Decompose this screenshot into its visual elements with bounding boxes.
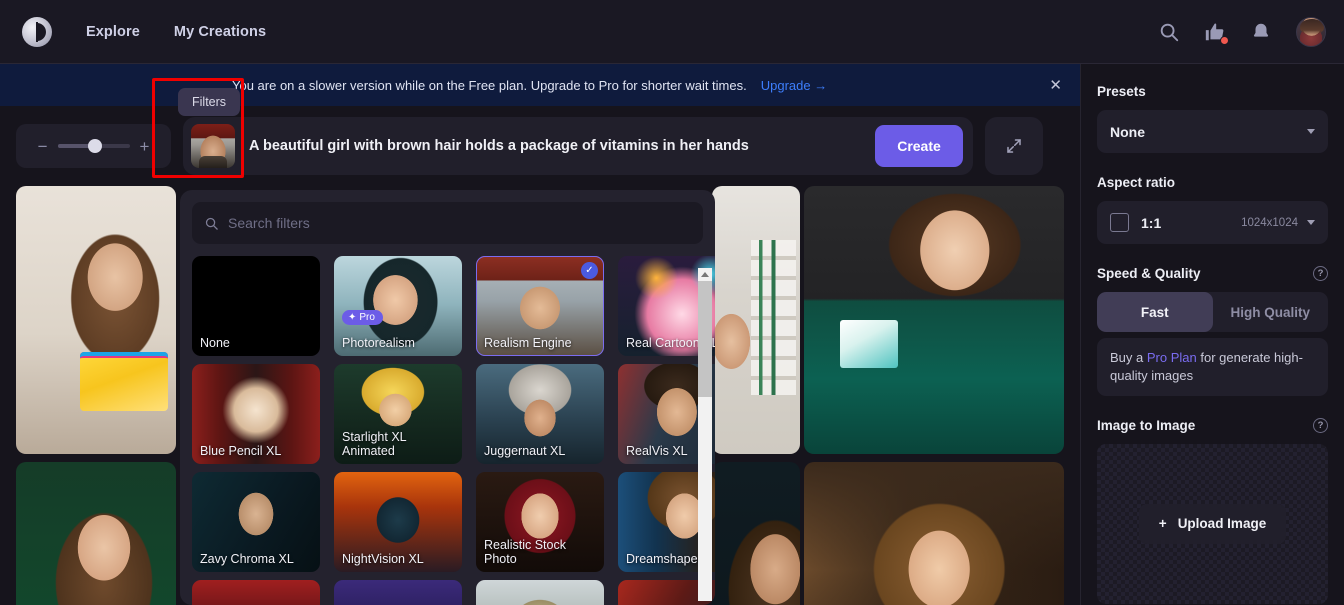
zoom-in-button[interactable]: + (140, 138, 150, 155)
upload-image-button[interactable]: + Upload Image (1138, 503, 1287, 544)
zoom-slider-track[interactable] (57, 139, 130, 153)
avatar[interactable] (1296, 16, 1326, 47)
caret-up-icon[interactable] (698, 268, 712, 281)
filter-grid-scroll-area[interactable]: None ✦ Pro Photorealism ✓ Realism Engine Real … (180, 256, 715, 605)
filters-dropdown-panel: None✦ProPhotorealism✓Realism EngineReal … (180, 190, 715, 605)
close-icon[interactable]: ✕ (1049, 78, 1062, 93)
presets-title: Presets (1097, 84, 1146, 99)
filter-card-label: Photorealism (342, 336, 415, 350)
zoom-slider-thumb[interactable] (87, 139, 102, 153)
sparkle-icon: ✦ (348, 312, 357, 323)
filter-card-13[interactable] (334, 580, 462, 605)
gallery-image-girl-dark-portrait[interactable] (712, 462, 800, 605)
filter-card-label: Realism Engine (484, 336, 572, 350)
filter-card-juggernaut-xl[interactable]: Juggernaut XL (476, 364, 604, 464)
presets-dropdown[interactable]: None (1097, 110, 1328, 153)
prompt-input[interactable]: A beautiful girl with brown hair holds a… (249, 138, 875, 154)
plus-icon: + (1158, 516, 1167, 532)
filter-grid: None ✦ Pro Photorealism ✓ Realism Engine Real … (192, 256, 715, 605)
nav-item-explore[interactable]: Explore (86, 24, 140, 40)
firefighter-thumbnail-icon[interactable] (191, 124, 235, 168)
top-navigation-bar: Explore My Creations (0, 0, 1344, 64)
banner-text: You are on a slower version while on the… (232, 77, 747, 93)
zoom-out-button[interactable]: − (38, 138, 48, 155)
filter-card-label: NightVision XL (342, 552, 424, 566)
search-icon (205, 217, 218, 230)
top-bar-actions (1158, 16, 1326, 47)
filter-card-starlight-xl-animated[interactable]: Starlight XL Animated (334, 364, 462, 464)
pro-plan-note: Buy a Pro Plan for generate high-quality… (1097, 338, 1328, 396)
help-icon[interactable]: ? (1313, 417, 1328, 433)
help-icon[interactable]: ? (1313, 266, 1328, 281)
pro-badge-label: Pro (359, 312, 375, 323)
free-plan-banner: You are on a slower version while on the… (0, 64, 1080, 106)
gallery-image-girl-green-background[interactable] (16, 462, 176, 605)
prompt-toolbar: − + A beautiful girl with brown hair hol… (0, 106, 1080, 186)
search-icon[interactable] (1158, 21, 1180, 43)
filter-card-label: None (200, 336, 230, 350)
settings-sidebar: Presets None Aspect ratio 1:1 1024x1024 … (1080, 64, 1344, 605)
speed-quality-title: Speed & Quality ? (1097, 266, 1328, 281)
thumbs-up-icon[interactable] (1204, 21, 1229, 45)
speed-quality-toggle[interactable]: Fast High Quality (1097, 292, 1328, 332)
square-icon (1110, 213, 1129, 232)
speed-option-fast[interactable]: Fast (1097, 292, 1213, 332)
chevron-down-icon (1307, 129, 1315, 134)
filter-card-realism-engine[interactable]: ✓ Realism Engine (476, 256, 604, 356)
speed-quality-label: Speed & Quality (1097, 266, 1201, 281)
scrollbar-thumb[interactable] (698, 281, 712, 397)
pro-badge: ✦ Pro (342, 310, 383, 325)
gallery-image-girl-warm-interior[interactable] (804, 462, 1064, 605)
filter-card-zavy-chroma-xl[interactable]: Zavy Chroma XL (192, 472, 320, 572)
prompt-input-bar[interactable]: A beautiful girl with brown hair holds a… (183, 117, 973, 175)
aspect-ratio-resolution: 1024x1024 (1241, 216, 1298, 229)
image-upload-dropzone[interactable]: + Upload Image (1097, 443, 1328, 604)
filter-search-box[interactable] (192, 202, 703, 244)
chevron-down-icon (1307, 220, 1315, 225)
filter-card-label: Starlight XL Animated (342, 430, 407, 458)
nav-item-my-creations[interactable]: My Creations (174, 24, 266, 40)
filter-card-nightvision-xl[interactable]: NightVision XL (334, 472, 462, 572)
filter-card-photorealism[interactable]: ✦ Pro Photorealism (334, 256, 462, 356)
filter-card-label: Juggernaut XL (484, 444, 566, 458)
filters-tooltip-button[interactable]: Filters (178, 88, 241, 116)
check-icon: ✓ (581, 262, 598, 279)
bell-icon[interactable] (1250, 21, 1272, 43)
filter-panel-scrollbar[interactable] (698, 268, 712, 601)
aspect-ratio-dropdown[interactable]: 1:1 1024x1024 (1097, 201, 1328, 244)
create-button[interactable]: Create (875, 125, 963, 167)
gallery-image-girl-with-vitamin-box[interactable] (16, 186, 176, 454)
image-to-image-title: Image to Image ? (1097, 417, 1328, 433)
aspect-ratio-value: 1:1 (1141, 214, 1162, 231)
aspect-ratio-title: Aspect ratio (1097, 175, 1176, 190)
search-input[interactable] (228, 215, 691, 231)
filter-card-label: Blue Pencil XL (200, 444, 282, 458)
pro-plan-link[interactable]: Pro Plan (1147, 350, 1197, 365)
banner-upgrade-link[interactable]: Upgrade → (761, 78, 827, 93)
filter-card-14[interactable] (476, 580, 604, 605)
upload-image-label: Upload Image (1177, 516, 1267, 532)
expand-icon[interactable] (985, 117, 1043, 175)
filter-card-blue-pencil-xl[interactable]: Blue Pencil XL (192, 364, 320, 464)
filter-card-realistic-stock-photo[interactable]: Realistic Stock Photo (476, 472, 604, 572)
zoom-slider-control[interactable]: − + (16, 124, 171, 168)
pro-note-prefix: Buy a (1110, 350, 1147, 365)
presets-value: None (1110, 123, 1145, 140)
filter-card-none[interactable]: None (192, 256, 320, 356)
gallery-image-girl-teal-sweater[interactable] (804, 186, 1064, 454)
filter-card-label: Zavy Chroma XL (200, 552, 294, 566)
filter-card-label: Realistic Stock Photo (484, 538, 566, 566)
image-to-image-label: Image to Image (1097, 417, 1196, 433)
split-circle-logo[interactable] (22, 16, 52, 47)
notification-dot (1220, 35, 1229, 45)
gallery-image-girl-in-pharmacy-shelf[interactable] (712, 186, 800, 454)
speed-option-high-quality[interactable]: High Quality (1213, 292, 1329, 332)
filter-card-12[interactable] (192, 580, 320, 605)
